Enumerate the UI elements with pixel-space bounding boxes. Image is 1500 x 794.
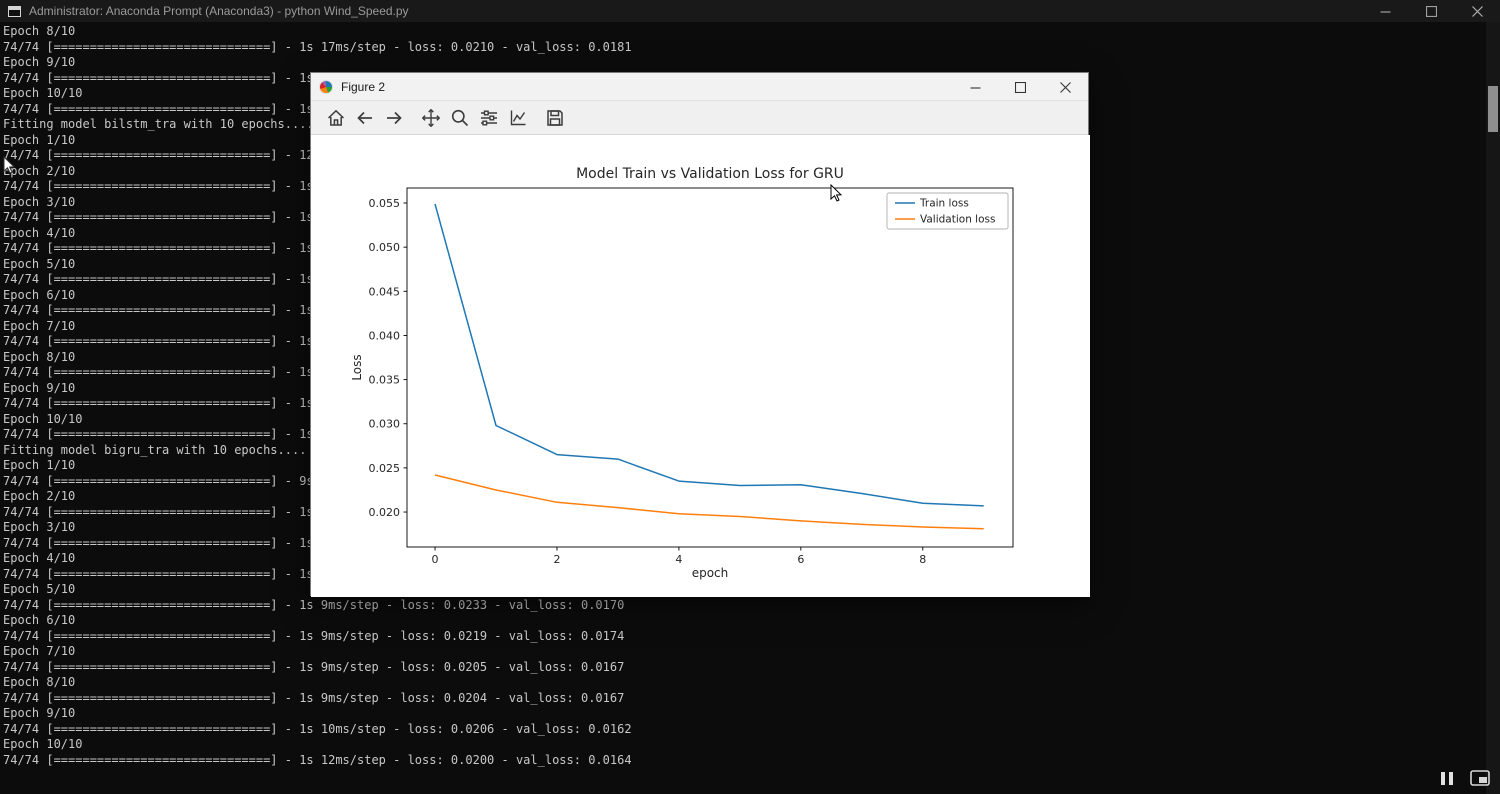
y-tick-label: 0.050 xyxy=(369,241,401,254)
configure-subplots-button[interactable] xyxy=(474,104,503,132)
figure-window-controls xyxy=(953,73,1088,100)
legend-label: Train loss xyxy=(919,198,969,210)
back-button[interactable] xyxy=(350,104,379,132)
maximize-icon xyxy=(1015,82,1026,93)
forward-button[interactable] xyxy=(379,104,408,132)
figure-minimize-button[interactable] xyxy=(953,73,998,101)
magnifier-icon xyxy=(450,108,470,128)
plot-frame xyxy=(407,188,1013,547)
y-tick-label: 0.020 xyxy=(369,506,401,519)
line-chart-icon xyxy=(508,108,528,128)
figure-maximize-button[interactable] xyxy=(998,73,1043,101)
matplotlib-logo-icon xyxy=(319,80,333,94)
y-tick-label: 0.030 xyxy=(369,418,401,431)
maximize-icon xyxy=(1426,6,1437,17)
loss-chart: 0 2 4 6 8 0.020 0.025 0.030 0.035 0.040 0.045 0.050… xyxy=(311,135,1090,597)
figure-window: Figure 2 xyxy=(310,72,1089,596)
back-arrow-icon xyxy=(355,108,375,128)
save-button[interactable] xyxy=(540,104,569,132)
minimize-icon xyxy=(1380,6,1391,17)
pan-button[interactable] xyxy=(416,104,445,132)
forward-arrow-icon xyxy=(384,108,404,128)
pause-button[interactable] xyxy=(1440,771,1454,786)
edit-parameters-button[interactable] xyxy=(503,104,532,132)
media-overlay-controls xyxy=(1440,770,1490,786)
home-icon xyxy=(326,108,346,128)
pan-icon xyxy=(421,108,441,128)
home-button[interactable] xyxy=(321,104,350,132)
x-tick-label: 6 xyxy=(797,553,804,566)
y-tick-label: 0.025 xyxy=(369,462,401,475)
console-window-icon xyxy=(8,6,21,17)
figure-close-button[interactable] xyxy=(1043,73,1088,101)
chart-ylabel: Loss xyxy=(350,354,364,380)
x-tick-label: 0 xyxy=(432,553,439,566)
chart-xlabel: epoch xyxy=(692,566,729,580)
terminal-window-controls xyxy=(1362,0,1500,22)
x-tick-label: 8 xyxy=(919,553,926,566)
figure-toolbar xyxy=(311,101,1088,135)
x-tick-label: 4 xyxy=(675,553,682,566)
terminal-scrollbar[interactable] xyxy=(1486,22,1500,794)
x-tick-label: 2 xyxy=(553,553,560,566)
terminal-window-title: Administrator: Anaconda Prompt (Anaconda… xyxy=(29,4,409,18)
screen-icon xyxy=(1470,770,1490,786)
y-tick-label: 0.040 xyxy=(369,329,401,342)
terminal-minimize-button[interactable] xyxy=(1362,0,1408,22)
figure-window-title: Figure 2 xyxy=(341,80,385,94)
terminal-close-button[interactable] xyxy=(1454,0,1500,22)
save-floppy-icon xyxy=(545,108,565,128)
close-icon xyxy=(1060,82,1071,93)
close-icon xyxy=(1472,6,1483,17)
scrollbar-thumb[interactable] xyxy=(1488,86,1498,132)
minimize-icon xyxy=(970,82,981,93)
pause-icon xyxy=(1440,771,1454,786)
legend-label: Validation loss xyxy=(920,214,995,226)
chart-title: Model Train vs Validation Loss for GRU xyxy=(576,166,844,182)
y-tick-label: 0.035 xyxy=(369,374,401,387)
figure-titlebar[interactable]: Figure 2 xyxy=(311,73,1088,101)
terminal-maximize-button[interactable] xyxy=(1408,0,1454,22)
zoom-button[interactable] xyxy=(445,104,474,132)
sliders-icon xyxy=(479,108,499,128)
y-tick-label: 0.045 xyxy=(369,285,401,298)
screen-button[interactable] xyxy=(1470,770,1490,786)
y-tick-label: 0.055 xyxy=(369,197,401,210)
terminal-titlebar: Administrator: Anaconda Prompt (Anaconda… xyxy=(0,0,1500,22)
